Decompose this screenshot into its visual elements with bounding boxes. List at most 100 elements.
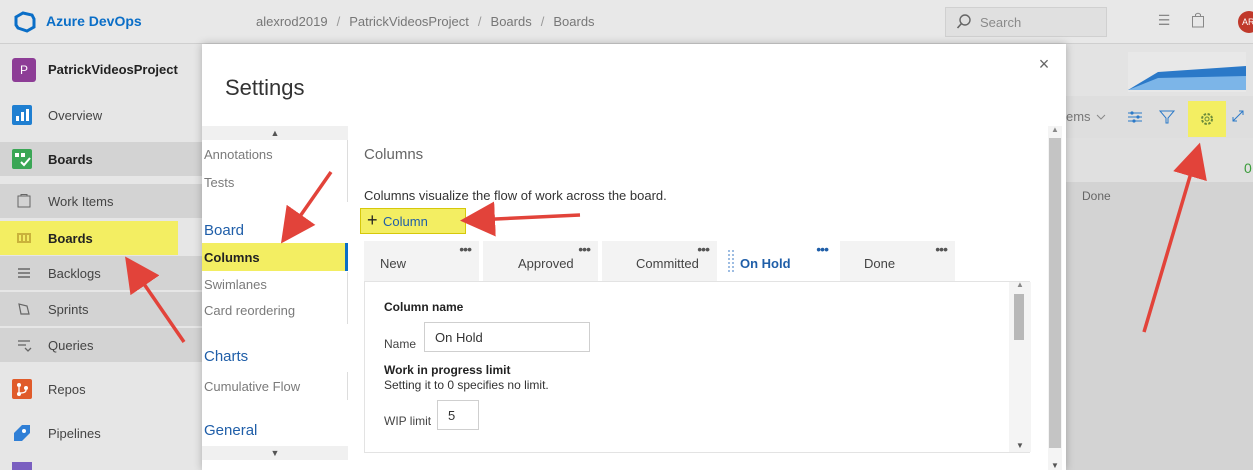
repos-icon [12, 379, 32, 399]
nav-label-work-items: Work Items [48, 194, 114, 209]
boards-icon [17, 233, 31, 243]
avatar[interactable]: AR [1238, 11, 1253, 33]
dialog-scrollbar-thumb[interactable] [1049, 138, 1061, 448]
project-badge: P [12, 58, 36, 82]
more-options-icon[interactable]: ••• [816, 241, 829, 257]
settings-nav-tests-label: Tests [204, 175, 235, 190]
settings-dialog: Settings × ▲ Annotations Tests Board Col… [202, 44, 1066, 470]
list-settings-icon[interactable]: ☰ [1154, 12, 1174, 32]
nav-item-work-items[interactable]: Work Items [0, 184, 202, 218]
plus-icon: + [367, 210, 378, 230]
wip-limit-title: Work in progress limit [384, 363, 511, 377]
nav-label-boards: Boards [48, 231, 93, 246]
column-tab-done[interactable]: Done ••• [840, 241, 957, 281]
settings-nav-cumulative-flow[interactable]: Cumulative Flow [202, 372, 348, 400]
board-settings-button[interactable] [1188, 101, 1226, 137]
breadcrumb: alexrod2019/PatrickVideosProject / Boards /… [256, 14, 595, 29]
more-options-icon[interactable]: ••• [935, 241, 948, 257]
scrollbar-thumb[interactable] [1014, 294, 1024, 340]
column-tab-new[interactable]: New ••• [364, 241, 481, 281]
nav-label-repos: Repos [48, 382, 86, 397]
breadcrumb-org[interactable]: alexrod2019 [256, 14, 328, 29]
wip-limit-subtitle: Setting it to 0 specifies no limit. [384, 378, 549, 392]
wip-limit-label: WIP limit [384, 414, 432, 428]
column-tab-approved[interactable]: Approved ••• [483, 241, 600, 281]
column-name-title: Column name [384, 300, 464, 314]
nav-label-backlogs: Backlogs [48, 266, 101, 281]
nav-item-boards-hub[interactable]: Boards [0, 142, 202, 176]
settings-nav-swimlanes[interactable]: Swimlanes [202, 272, 348, 296]
column-details-panel: Column name Name On Hold Work in progres… [364, 280, 1031, 453]
nav-label-overview: Overview [48, 108, 103, 123]
breadcrumb-page[interactable]: Boards [553, 14, 594, 29]
settings-group-general: General [204, 422, 258, 439]
scroll-down-icon[interactable]: ▼ [1009, 441, 1031, 450]
close-button[interactable]: × [1034, 54, 1054, 74]
done-column [1066, 182, 1253, 470]
wip-limit-input[interactable]: 5 [437, 400, 479, 430]
close-icon: × [1038, 54, 1050, 74]
test-plans-icon[interactable] [12, 462, 32, 470]
nav-item-queries[interactable]: Queries [0, 328, 202, 362]
done-count: 0 [1244, 160, 1252, 176]
left-navigation: P PatrickVideosProject Overview Boards W… [0, 44, 202, 470]
nav-scroll-down-icon[interactable]: ▼ [202, 446, 348, 460]
add-column-button[interactable]: + Column [360, 208, 466, 234]
nav-item-backlogs[interactable]: Backlogs [0, 256, 202, 290]
nav-item-repos[interactable]: Repos [0, 372, 202, 406]
drag-handle-icon[interactable] [727, 249, 735, 273]
azure-devops-logo-icon[interactable] [14, 11, 36, 33]
nav-item-boards[interactable]: Boards [0, 221, 178, 255]
dialog-scroll-down-icon[interactable]: ▼ [1048, 461, 1062, 470]
settings-nav-swimlanes-label: Swimlanes [204, 277, 267, 292]
settings-nav-cumulative-flow-label: Cumulative Flow [204, 379, 301, 394]
settings-nav-columns[interactable]: Columns [202, 243, 348, 271]
section-heading: Columns [364, 146, 424, 163]
column-tab-label: Done [864, 256, 896, 271]
settings-nav-annotations[interactable]: Annotations [202, 140, 348, 168]
column-tab-label: Approved [518, 256, 574, 271]
expand-icon[interactable] [1230, 108, 1246, 124]
filter-icon[interactable] [1158, 108, 1176, 126]
settings-nav-tests[interactable]: Tests [202, 168, 348, 202]
view-options-icon[interactable] [1126, 108, 1144, 126]
breadcrumb-hub[interactable]: Boards [491, 14, 532, 29]
shopping-bag-icon[interactable] [1188, 12, 1208, 32]
settings-group-charts: Charts [204, 348, 249, 365]
nav-label-boards-hub: Boards [48, 152, 93, 167]
search-icon [956, 14, 971, 29]
settings-group-board: Board [204, 222, 245, 239]
column-tab-on-hold[interactable]: On Hold ••• [721, 241, 838, 281]
search-placeholder: Search [980, 15, 1022, 30]
nav-item-overview[interactable]: Overview [0, 98, 202, 132]
panel-scrollbar[interactable]: ▲ ▼ [1009, 280, 1031, 452]
column-name-input[interactable]: On Hold [424, 322, 590, 352]
breadcrumb-project[interactable]: PatrickVideosProject [349, 14, 469, 29]
gear-icon [1201, 113, 1213, 125]
project-name: PatrickVideosProject [48, 62, 178, 77]
nav-item-sprints[interactable]: Sprints [0, 292, 202, 326]
work-items-icon [17, 194, 31, 208]
nav-label-pipelines: Pipelines [48, 426, 101, 441]
search-box[interactable]: Search [945, 7, 1107, 37]
chevron-down-icon[interactable] [1096, 112, 1106, 122]
project-selector[interactable]: P PatrickVideosProject [0, 54, 202, 86]
dialog-scrollbar[interactable]: ▲ ▼ [1048, 125, 1062, 470]
items-dropdown-label[interactable]: ems [1066, 109, 1091, 124]
more-options-icon[interactable]: ••• [697, 241, 710, 257]
brand-name[interactable]: Azure DevOps [46, 13, 142, 29]
column-tab-committed[interactable]: Committed ••• [602, 241, 719, 281]
backlogs-icon [18, 268, 30, 278]
nav-scroll-up-icon[interactable]: ▲ [202, 126, 348, 140]
sprints-icon [18, 303, 30, 315]
pipelines-icon [14, 425, 30, 441]
cumulative-flow-thumbnail[interactable] [1128, 52, 1246, 92]
more-options-icon[interactable]: ••• [578, 241, 591, 257]
settings-nav-card-reordering[interactable]: Card reordering [202, 296, 348, 324]
nav-label-sprints: Sprints [48, 302, 89, 317]
dialog-scroll-up-icon[interactable]: ▲ [1048, 125, 1062, 134]
nav-item-pipelines[interactable]: Pipelines [0, 416, 202, 450]
section-description: Columns visualize the flow of work acros… [364, 188, 667, 203]
more-options-icon[interactable]: ••• [459, 241, 472, 257]
scroll-up-icon[interactable]: ▲ [1009, 280, 1031, 289]
